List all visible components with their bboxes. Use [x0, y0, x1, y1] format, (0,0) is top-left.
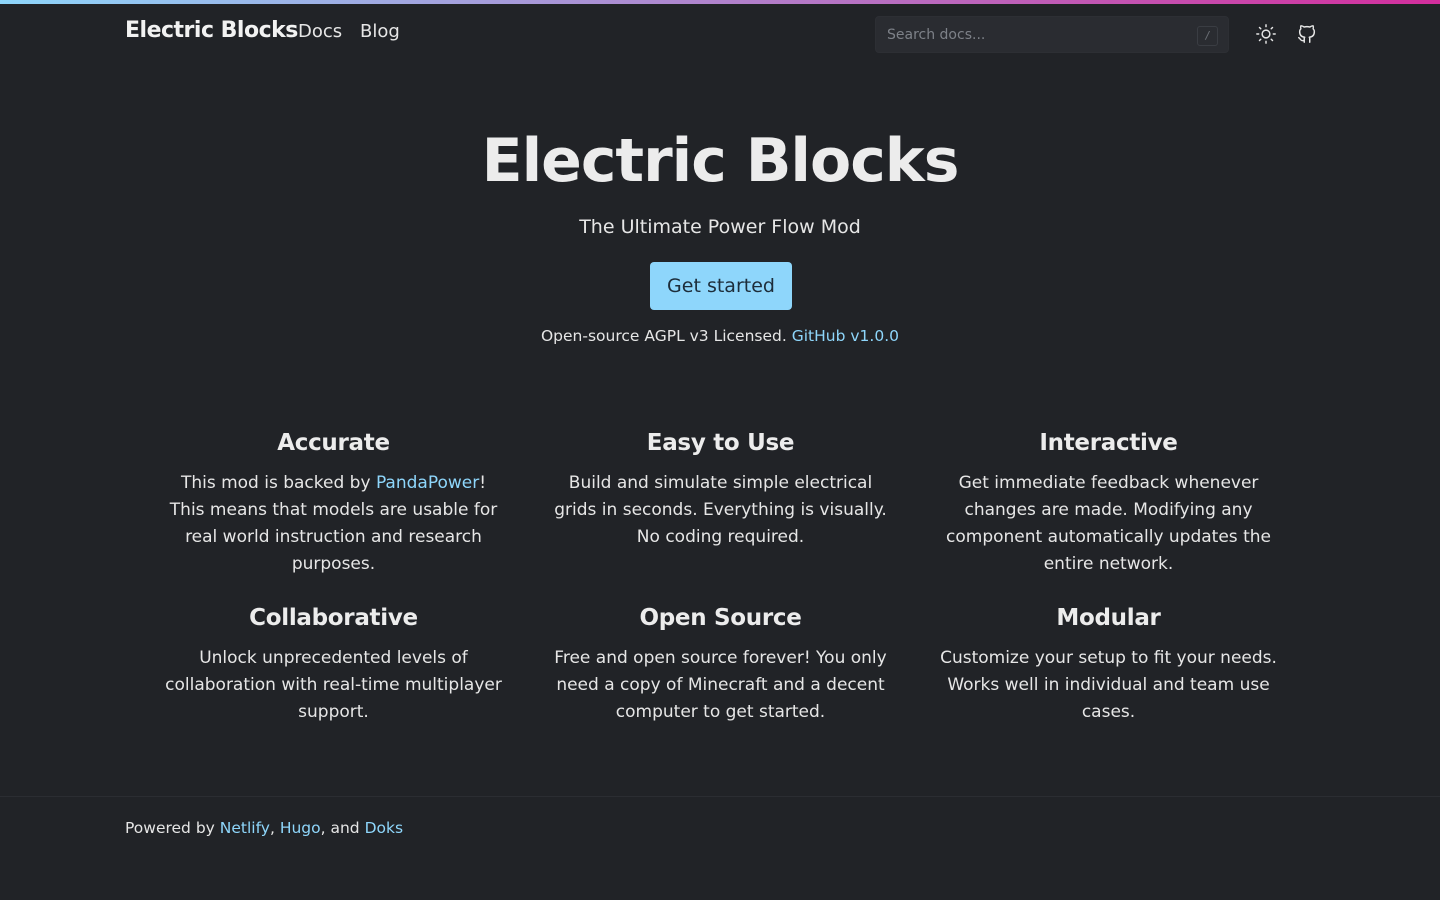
nav-docs-link[interactable]: Docs: [298, 21, 342, 42]
feature-easy-to-use: Easy to Use Build and simulate simple el…: [548, 430, 893, 551]
feature-title: Interactive: [1039, 430, 1178, 456]
netlify-link[interactable]: Netlify: [220, 819, 270, 837]
footer-separator: , and: [320, 819, 365, 837]
hugo-link[interactable]: Hugo: [280, 819, 321, 837]
feature-text: Get immediate feedback whenever changes …: [946, 473, 1271, 574]
feature-text: Free and open source forever! You only n…: [554, 648, 887, 722]
theme-toggle-button[interactable]: [1254, 22, 1278, 46]
search-box: /: [875, 16, 1229, 53]
feature-modular: Modular Customize your setup to fit your…: [936, 605, 1281, 726]
github-button[interactable]: [1295, 22, 1319, 46]
feature-title: Modular: [1056, 605, 1161, 631]
feature-title: Collaborative: [249, 605, 418, 631]
license-line: Open-source AGPL v3 Licensed. GitHub v1.…: [0, 327, 1440, 345]
footer-credits: Powered by Netlify, Hugo, and Doks: [125, 819, 403, 837]
site-footer: Powered by Netlify, Hugo, and Doks: [0, 796, 1440, 900]
footer-prefix: Powered by: [125, 819, 220, 837]
nav-blog-link[interactable]: Blog: [360, 21, 400, 42]
github-version-link[interactable]: GitHub v1.0.0: [792, 327, 899, 345]
feature-text: This mod is backed by PandaPower! This m…: [161, 470, 506, 578]
brand-logo-link[interactable]: Electric Blocks: [125, 18, 298, 43]
search-input[interactable]: [876, 17, 1228, 52]
get-started-button[interactable]: Get started: [650, 262, 792, 310]
feature-text: Unlock unprecedented levels of collabora…: [165, 648, 502, 722]
feature-text: Build and simulate simple electrical gri…: [554, 473, 887, 547]
footer-separator: ,: [269, 819, 280, 837]
search-shortcut-key: /: [1197, 26, 1218, 46]
feature-open-source: Open Source Free and open source forever…: [548, 605, 893, 726]
sun-icon: [1256, 24, 1276, 44]
feature-text-part: This mod is backed by: [180, 473, 376, 493]
feature-title: Accurate: [277, 430, 390, 456]
github-icon: [1298, 25, 1316, 43]
license-text: Open-source AGPL v3 Licensed.: [540, 327, 787, 345]
hero-subtitle: The Ultimate Power Flow Mod: [579, 216, 861, 238]
feature-title: Easy to Use: [646, 430, 795, 456]
feature-accurate: Accurate This mod is backed by PandaPowe…: [161, 430, 506, 578]
feature-collaborative: Collaborative Unlock unprecedented level…: [161, 605, 506, 726]
feature-title: Open Source: [639, 605, 802, 631]
site-header: Electric Blocks Docs Blog /: [0, 4, 1440, 64]
doks-link[interactable]: Doks: [365, 819, 403, 837]
pandapower-link[interactable]: PandaPower: [376, 473, 479, 493]
hero-title: Electric Blocks: [481, 126, 960, 196]
feature-interactive: Interactive Get immediate feedback whene…: [936, 430, 1281, 578]
feature-text: Customize your setup to fit your needs. …: [940, 648, 1277, 722]
